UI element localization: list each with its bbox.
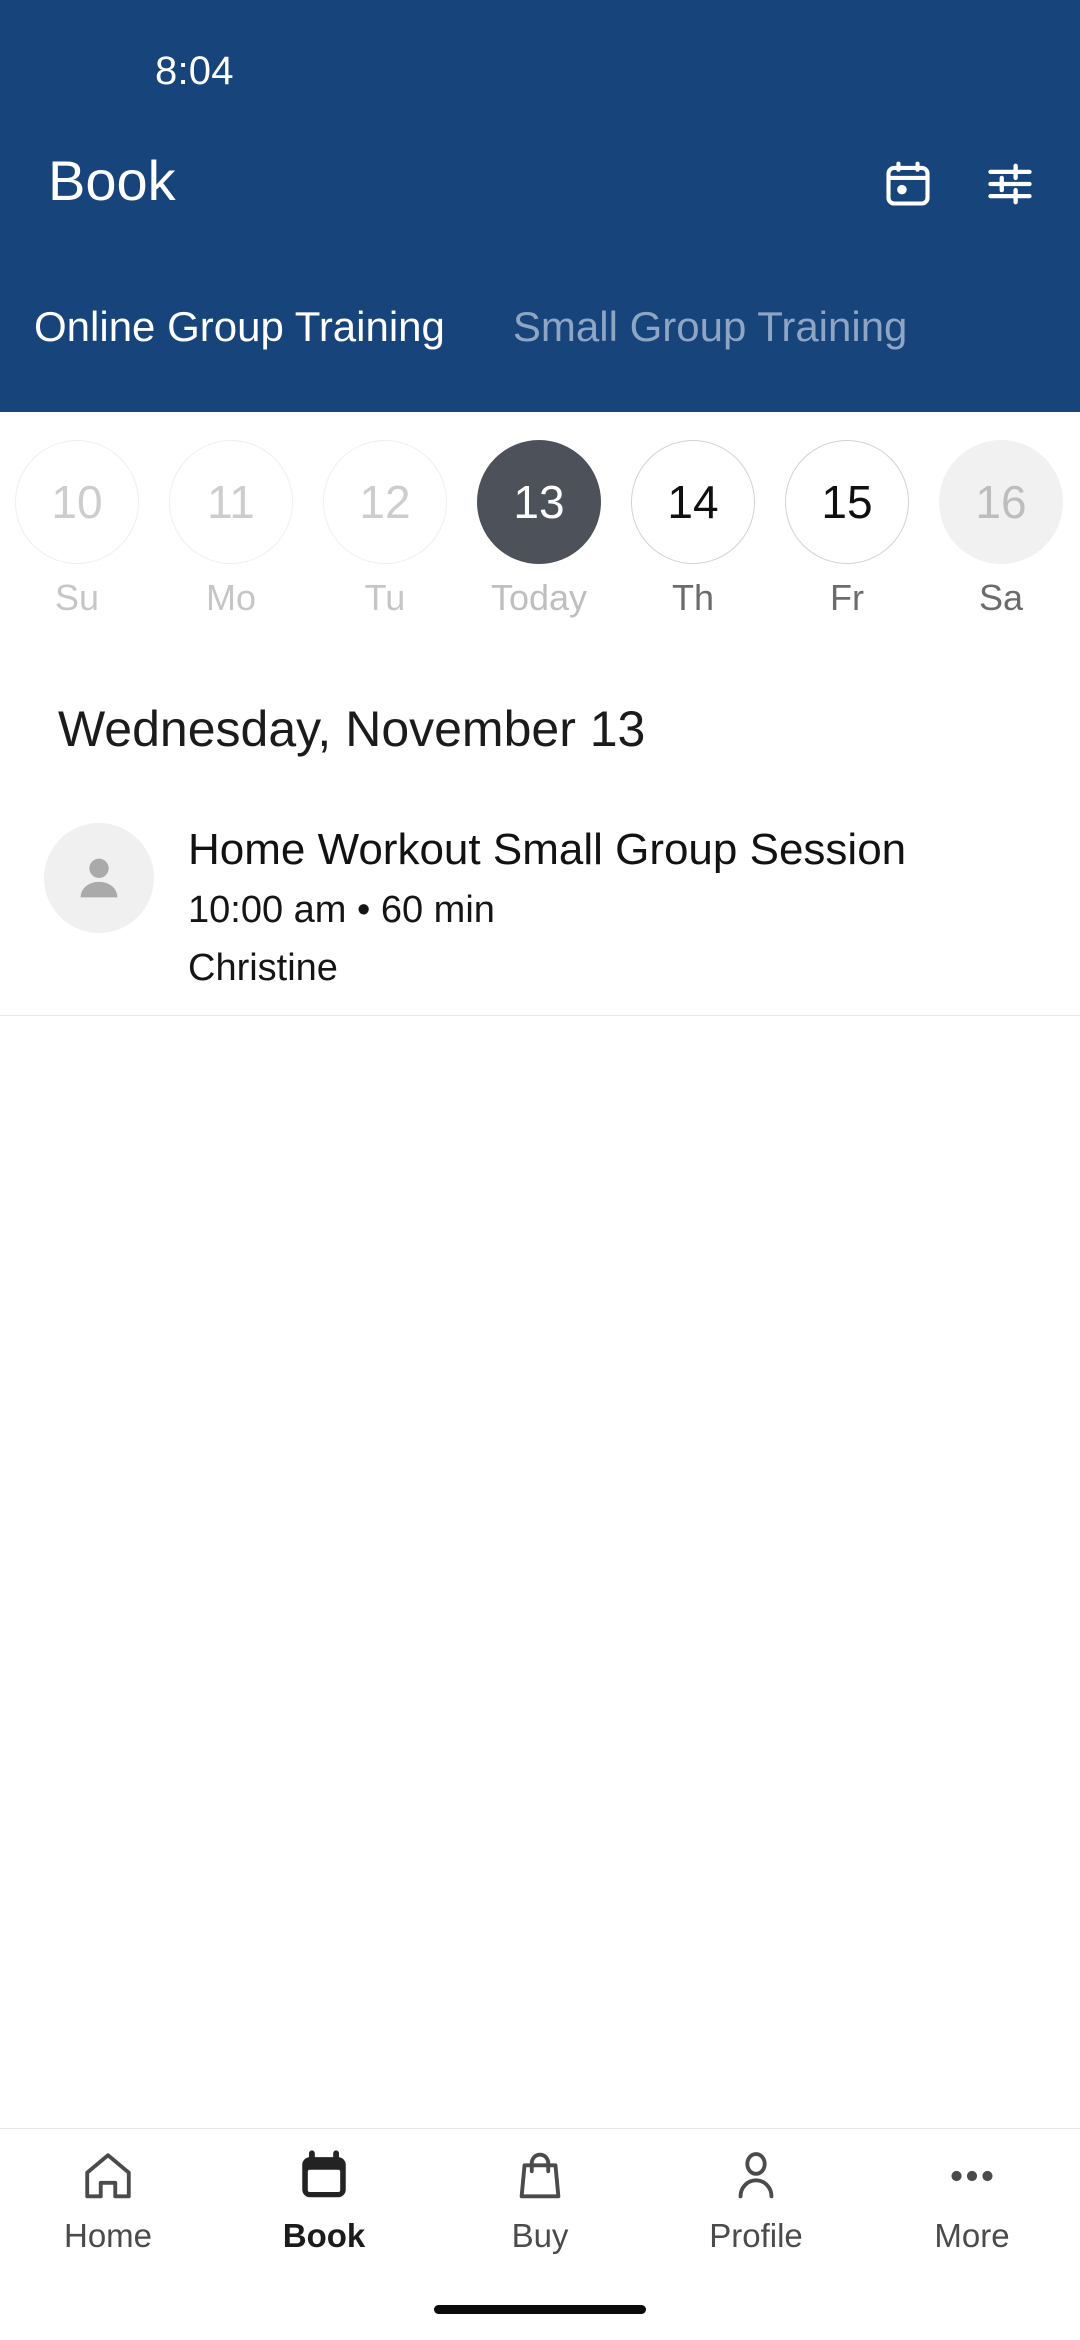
nav-label-buy: Buy — [511, 2217, 569, 2254]
person-icon — [738, 2152, 774, 2199]
nav-item-more[interactable]: More — [864, 2143, 1080, 2279]
home-icon — [85, 2153, 131, 2199]
home-indicator — [434, 2305, 646, 2314]
header-actions — [880, 156, 1038, 212]
date-cell-16[interactable]: 16 Sa — [924, 440, 1078, 618]
avatar — [44, 823, 154, 933]
date-strip[interactable]: 10 Su 11 Mo 12 Tu 13 Today 14 Th 15 Fr 1… — [0, 412, 1080, 667]
person-icon-wrap — [727, 2143, 785, 2209]
status-bar: 8:04 — [0, 0, 1080, 118]
session-body: Home Workout Small Group Session 10:00 a… — [188, 823, 1080, 991]
nav-item-book[interactable]: Book — [216, 2143, 432, 2279]
bag-icon-wrap — [511, 2143, 569, 2209]
nav-label-book: Book — [282, 2217, 366, 2254]
page-title: Book — [48, 149, 176, 212]
date-number-15[interactable]: 15 — [785, 440, 909, 564]
date-cell-10[interactable]: 10 Su — [0, 440, 154, 618]
date-label-sa: Sa — [978, 577, 1024, 618]
nav-label-profile: Profile — [709, 2217, 803, 2254]
date-label-mo: Mo — [205, 577, 256, 618]
tab-bar: Online Group Training Small Group Traini… — [0, 288, 1080, 412]
tab-online-group-training[interactable]: Online Group Training — [34, 288, 445, 352]
bag-icon — [519, 2152, 561, 2199]
calendar-icon — [886, 161, 930, 206]
day-heading: Wednesday, November 13 — [58, 701, 646, 757]
date-number-13[interactable]: 13 — [477, 440, 601, 564]
header-bar: Book — [0, 118, 1080, 278]
date-number-11[interactable]: 11 — [169, 440, 293, 564]
session-time-duration: 10:00 am • 60 min — [188, 889, 495, 931]
dots-icon — [951, 2170, 993, 2182]
tune-icon — [988, 163, 1032, 205]
session-trainer-name: Christine — [188, 947, 338, 989]
bottom-nav-items: Home Book Buy Profile More — [0, 2129, 1080, 2279]
date-label-su: Su — [54, 577, 100, 618]
tab-small-group-training[interactable]: Small Group Training — [513, 288, 908, 352]
session-list: Home Workout Small Group Session 10:00 a… — [0, 805, 1080, 1016]
date-cell-11[interactable]: 11 Mo — [154, 440, 308, 618]
nav-label-more: More — [934, 2217, 1010, 2254]
session-title: Home Workout Small Group Session — [188, 825, 907, 874]
calendar-icon — [302, 2150, 346, 2198]
date-number-16: 16 — [939, 440, 1063, 564]
date-number-14[interactable]: 14 — [631, 440, 755, 564]
date-cell-15[interactable]: 15 Fr — [770, 440, 924, 618]
app-header: 8:04 Book Online Group Training Small Gr… — [0, 0, 1080, 412]
session-list-item[interactable]: Home Workout Small Group Session 10:00 a… — [0, 805, 1080, 1016]
date-label-tu: Tu — [364, 577, 406, 618]
person-icon — [80, 858, 118, 898]
date-label-fr: Fr — [830, 577, 864, 618]
status-bar-time: 8:04 — [155, 49, 234, 93]
calendar-icon-wrap — [295, 2143, 353, 2209]
home-icon-wrap — [79, 2143, 137, 2209]
nav-label-home: Home — [63, 2217, 153, 2254]
bottom-navigation: Home Book Buy Profile More — [0, 2128, 1080, 2340]
nav-item-home[interactable]: Home — [0, 2143, 216, 2279]
date-cell-13-today[interactable]: 13 Today — [462, 440, 616, 618]
date-cell-14[interactable]: 14 Th — [616, 440, 770, 618]
calendar-button[interactable] — [880, 156, 936, 212]
date-number-10[interactable]: 10 — [15, 440, 139, 564]
date-label-th: Th — [671, 577, 714, 618]
filter-button[interactable] — [982, 156, 1038, 212]
date-cell-12[interactable]: 12 Tu — [308, 440, 462, 618]
nav-item-buy[interactable]: Buy — [432, 2143, 648, 2279]
dots-icon-wrap — [943, 2143, 1001, 2209]
nav-item-profile[interactable]: Profile — [648, 2143, 864, 2279]
date-number-12[interactable]: 12 — [323, 440, 447, 564]
date-label-today: Today — [490, 577, 588, 618]
